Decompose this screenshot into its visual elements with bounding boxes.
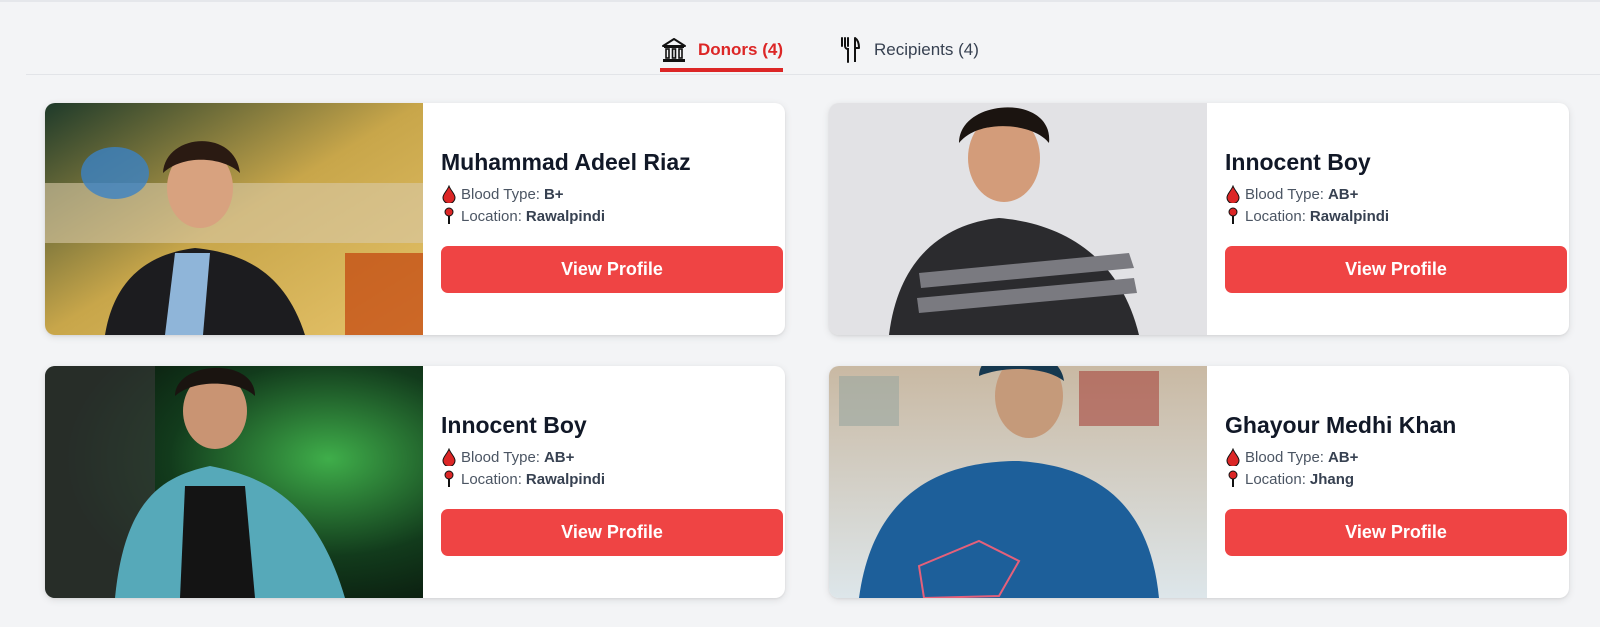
tab-recipients-label: Recipients (4) <box>874 40 979 59</box>
donor-card: Innocent Boy Blood Type: AB+ Location: R… <box>45 366 785 598</box>
donor-card: Muhammad Adeel Riaz Blood Type: B+ Locat… <box>45 103 785 335</box>
donor-name: Innocent Boy <box>441 412 587 438</box>
donor-name: Muhammad Adeel Riaz <box>441 149 691 175</box>
location-value: Rawalpindi <box>525 470 606 488</box>
donor-photo <box>829 366 1207 598</box>
top-divider <box>0 0 1600 2</box>
tab-bar: Donors (4) Recipients (4) <box>26 28 1600 75</box>
location-label: Location: <box>1245 207 1306 225</box>
donor-info: Innocent Boy Blood Type: AB+ Location: R… <box>441 366 783 598</box>
donor-name: Innocent Boy <box>1225 149 1371 175</box>
tab-recipients[interactable]: Recipients (4) <box>836 32 979 68</box>
blood-type-row: Blood Type: AB+ <box>1225 185 1358 203</box>
donor-photo <box>45 103 423 335</box>
location-pin-icon <box>441 207 457 225</box>
view-profile-button[interactable]: View Profile <box>1225 246 1567 293</box>
view-profile-button[interactable]: View Profile <box>441 509 783 556</box>
location-row: Location: Jhang <box>1225 470 1354 488</box>
blood-drop-icon <box>441 185 457 203</box>
donor-info: Innocent Boy Blood Type: AB+ Location: R… <box>1225 103 1567 335</box>
donor-card: Innocent Boy Blood Type: AB+ Location: R… <box>829 103 1569 335</box>
donor-photo <box>45 366 423 598</box>
location-label: Location: <box>1245 470 1306 488</box>
location-value: Jhang <box>1309 470 1355 488</box>
location-row: Location: Rawalpindi <box>441 470 605 488</box>
donor-info: Muhammad Adeel Riaz Blood Type: B+ Locat… <box>441 103 783 335</box>
tab-donors-label: Donors (4) <box>698 40 783 59</box>
blood-type-label: Blood Type: <box>1245 448 1324 466</box>
blood-type-value: AB+ <box>1327 185 1359 203</box>
donor-info: Ghayour Medhi Khan Blood Type: AB+ Locat… <box>1225 366 1567 598</box>
bank-building-icon <box>660 36 688 64</box>
blood-type-value: AB+ <box>1327 448 1359 466</box>
tab-donors[interactable]: Donors (4) <box>660 32 783 72</box>
blood-drop-icon <box>1225 448 1241 466</box>
location-label: Location: <box>461 207 522 225</box>
view-profile-button[interactable]: View Profile <box>441 246 783 293</box>
blood-type-label: Blood Type: <box>461 185 540 203</box>
blood-type-row: Blood Type: AB+ <box>441 448 574 466</box>
location-pin-icon <box>441 470 457 488</box>
blood-type-label: Blood Type: <box>1245 185 1324 203</box>
blood-type-value: B+ <box>543 185 564 203</box>
location-label: Location: <box>461 470 522 488</box>
location-pin-icon <box>1225 470 1241 488</box>
location-value: Rawalpindi <box>525 207 606 225</box>
blood-type-row: Blood Type: AB+ <box>1225 448 1358 466</box>
location-row: Location: Rawalpindi <box>1225 207 1389 225</box>
fork-knife-icon <box>836 36 864 64</box>
location-pin-icon <box>1225 207 1241 225</box>
blood-type-label: Blood Type: <box>461 448 540 466</box>
view-profile-button[interactable]: View Profile <box>1225 509 1567 556</box>
blood-drop-icon <box>441 448 457 466</box>
blood-type-row: Blood Type: B+ <box>441 185 564 203</box>
donor-name: Ghayour Medhi Khan <box>1225 412 1457 438</box>
location-row: Location: Rawalpindi <box>441 207 605 225</box>
blood-type-value: AB+ <box>543 448 575 466</box>
blood-drop-icon <box>1225 185 1241 203</box>
location-value: Rawalpindi <box>1309 207 1390 225</box>
donor-card: Ghayour Medhi Khan Blood Type: AB+ Locat… <box>829 366 1569 598</box>
donor-photo <box>829 103 1207 335</box>
